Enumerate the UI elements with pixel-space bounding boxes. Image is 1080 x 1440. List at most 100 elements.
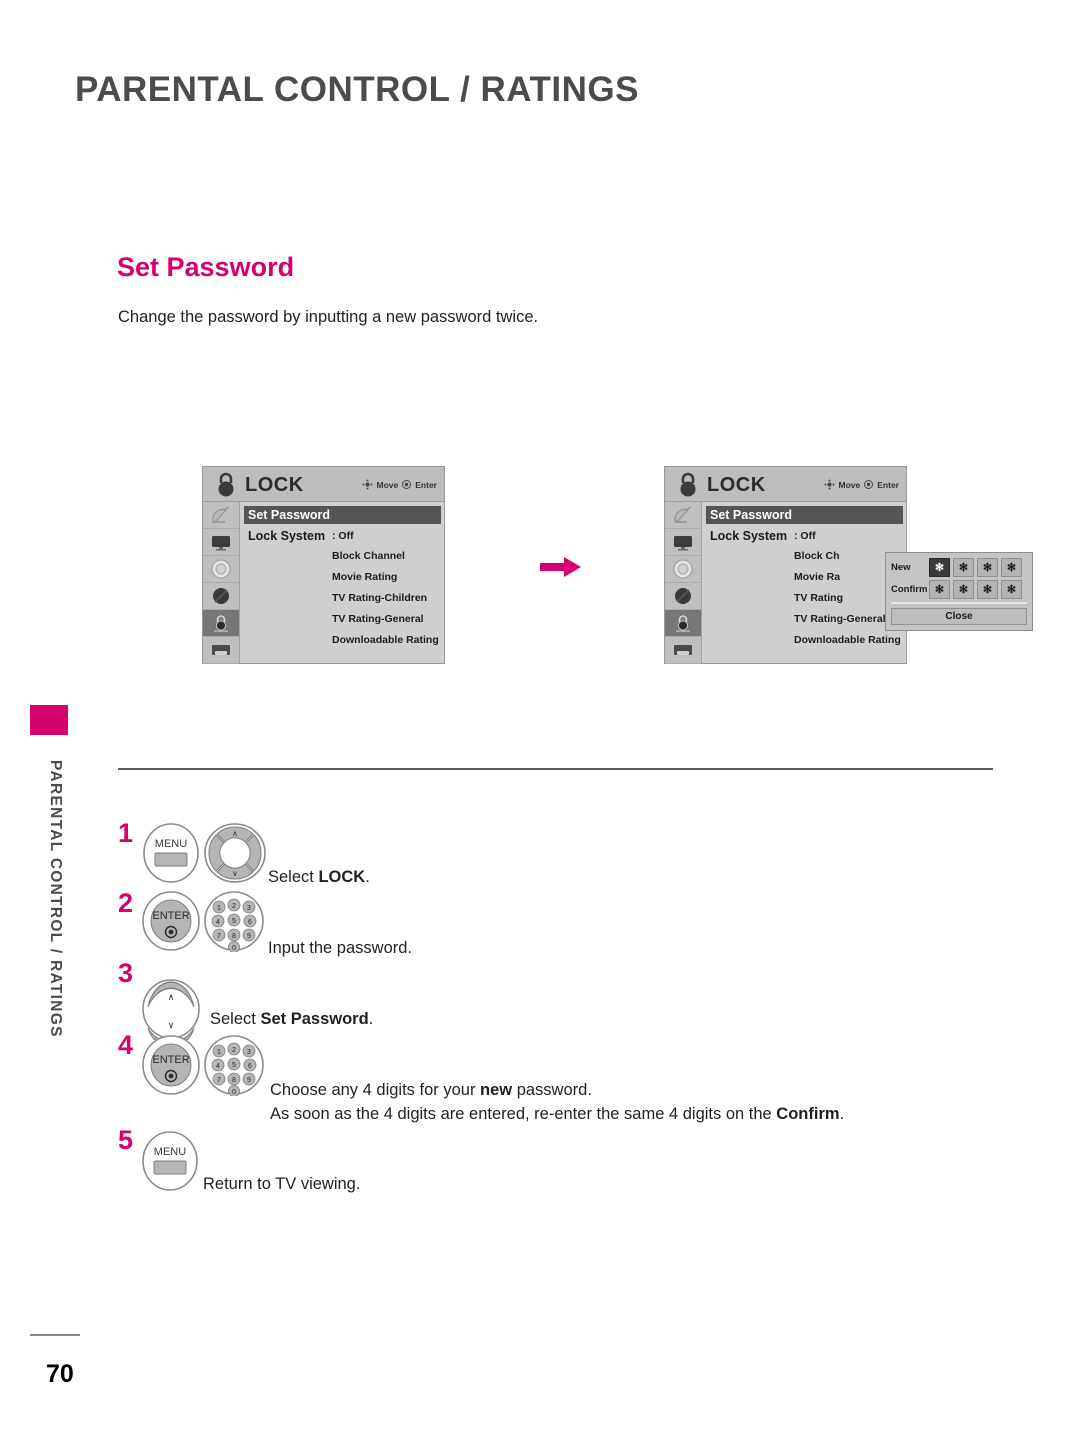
satellite-dish-icon xyxy=(212,506,230,523)
svg-text:3: 3 xyxy=(247,905,251,912)
osd-menu-body: Set Password Lock System : Off Block Ch … xyxy=(702,502,1033,663)
new-password-label: New xyxy=(891,562,911,573)
submenu-item[interactable]: Block Channel xyxy=(332,550,405,562)
svg-text:2: 2 xyxy=(232,903,236,910)
menu-item-label: Lock System xyxy=(248,529,326,543)
confirm-password-box[interactable]: ✻ xyxy=(953,580,974,599)
lock-icon xyxy=(218,472,234,497)
svg-text:7: 7 xyxy=(217,1077,221,1084)
close-button[interactable]: Close xyxy=(891,608,1027,625)
dpad-button-icon[interactable]: ∧ ∨ xyxy=(203,822,267,884)
svg-text:9: 9 xyxy=(247,1077,251,1084)
move-dpad-icon xyxy=(823,479,835,490)
sidebar-item-screen[interactable] xyxy=(665,637,701,664)
sidebar-item-dial[interactable] xyxy=(665,556,701,583)
submenu-item[interactable]: Downloadable Rating xyxy=(794,634,901,646)
menu-item-lock-system[interactable]: Lock System xyxy=(248,529,325,543)
osd-nav-hints: Move Enter xyxy=(361,479,437,490)
sidebar-item-lock[interactable] xyxy=(203,610,239,637)
submenu-item[interactable]: TV Rating-Children xyxy=(332,592,427,604)
svg-text:1: 1 xyxy=(217,1049,221,1056)
menu-item-set-password[interactable]: Set Password xyxy=(706,506,903,524)
confirm-password-box[interactable]: ✻ xyxy=(929,580,950,599)
lock-icon xyxy=(676,615,690,632)
sidebar-item-satellite-dish[interactable] xyxy=(203,502,239,529)
osd-menu-body: Set Password Lock System : Off Block Cha… xyxy=(240,502,444,663)
svg-text:7: 7 xyxy=(217,933,221,940)
svg-text:8: 8 xyxy=(232,933,236,940)
submenu-item[interactable]: : Off xyxy=(332,530,354,542)
confirm-password-label: Confirm xyxy=(891,584,928,595)
menu-item-set-password[interactable]: Set Password xyxy=(244,506,441,524)
new-password-row: New ✻ ✻ ✻ ✻ xyxy=(891,558,1027,577)
new-password-box[interactable]: ✻ xyxy=(977,558,998,577)
hint-enter-label: Enter xyxy=(415,479,437,490)
submenu-item[interactable]: TV Rating-General xyxy=(332,613,424,625)
step-instruction: Input the password. xyxy=(268,939,413,957)
svg-text:ENTER: ENTER xyxy=(152,1054,189,1066)
sidebar-item-dial[interactable] xyxy=(203,556,239,583)
osd-header: LOCK Move Enter xyxy=(665,467,906,502)
number-keypad-icon[interactable]: 1 2 3 4 5 6 7 8 9 0 xyxy=(203,890,265,952)
svg-text:0: 0 xyxy=(232,945,236,952)
step-number: 1 xyxy=(118,818,134,848)
enter-button-icon[interactable]: ENTER xyxy=(141,1034,201,1096)
section-heading: Set Password xyxy=(117,252,295,282)
screen-icon xyxy=(212,645,230,655)
flow-arrow-icon xyxy=(540,557,581,577)
updown-button-icon[interactable]: ∧ ∨ xyxy=(141,978,201,1040)
confirm-password-box[interactable]: ✻ xyxy=(977,580,998,599)
svg-text:∨: ∨ xyxy=(168,1020,175,1030)
submenu-item[interactable]: Movie Rating xyxy=(332,571,397,583)
number-keypad-icon[interactable]: 1 2 3 4 5 6 7 8 9 0 xyxy=(203,1034,265,1096)
submenu-item[interactable]: : Off xyxy=(794,530,816,542)
step-number: 4 xyxy=(118,1030,134,1060)
osd-nav-hints: Move Enter xyxy=(823,479,899,490)
svg-text:6: 6 xyxy=(248,919,252,926)
content-divider xyxy=(118,768,993,770)
sidebar-item-circle[interactable] xyxy=(203,583,239,610)
osd-screenshot-before: LOCK Move Enter Set Password Lock System… xyxy=(202,466,445,664)
submenu-item[interactable]: TV Rating xyxy=(794,592,843,604)
sidebar-item-lock[interactable] xyxy=(665,610,701,637)
confirm-password-row: Confirm ✻ ✻ ✻ ✻ xyxy=(891,580,1027,599)
enter-button-icon[interactable]: ENTER xyxy=(141,890,201,952)
sidebar-item-screen[interactable] xyxy=(203,637,239,664)
step-instruction-line2: As soon as the 4 digits are entered, re-… xyxy=(270,1105,845,1123)
new-password-box[interactable]: ✻ xyxy=(1001,558,1022,577)
satellite-dish-icon xyxy=(674,506,692,523)
tv-icon xyxy=(212,535,230,550)
menu-item-lock-system[interactable]: Lock System xyxy=(710,529,787,543)
step-number: 2 xyxy=(118,888,134,918)
svg-text:2: 2 xyxy=(232,1047,236,1054)
new-password-box[interactable]: ✻ xyxy=(953,558,974,577)
step-number: 5 xyxy=(118,1125,134,1155)
osd-title: LOCK xyxy=(245,474,304,496)
footer-divider xyxy=(30,1334,80,1336)
svg-text:∧: ∧ xyxy=(168,992,175,1002)
svg-text:6: 6 xyxy=(248,1063,252,1070)
hint-move-label: Move xyxy=(376,479,399,490)
submenu-item[interactable]: Block Ch xyxy=(794,550,840,562)
menu-item-label: Set Password xyxy=(710,508,792,522)
submenu-item[interactable]: Downloadable Rating xyxy=(332,634,439,646)
svg-text:∧: ∧ xyxy=(232,829,238,838)
menu-button-icon[interactable]: MENU xyxy=(142,822,200,884)
submenu-item[interactable]: TV Rating-General xyxy=(794,613,886,625)
svg-text:4: 4 xyxy=(216,1063,220,1070)
osd-sidebar xyxy=(203,502,240,664)
menu-button-icon[interactable]: MENU xyxy=(141,1130,199,1192)
sidebar-item-satellite-dish[interactable] xyxy=(665,502,701,529)
circle-icon xyxy=(675,588,691,604)
circle-icon xyxy=(213,588,229,604)
submenu-item[interactable]: Movie Ra xyxy=(794,571,840,583)
new-password-box[interactable]: ✻ xyxy=(929,558,950,577)
sidebar-item-circle[interactable] xyxy=(665,583,701,610)
sidebar-item-tv[interactable] xyxy=(203,529,239,556)
osd-header: LOCK Move Enter xyxy=(203,467,444,502)
confirm-password-box[interactable]: ✻ xyxy=(1001,580,1022,599)
enter-dot-icon xyxy=(864,480,874,489)
sidebar-item-tv[interactable] xyxy=(665,529,701,556)
svg-text:3: 3 xyxy=(247,1049,251,1056)
lock-icon xyxy=(214,615,228,632)
